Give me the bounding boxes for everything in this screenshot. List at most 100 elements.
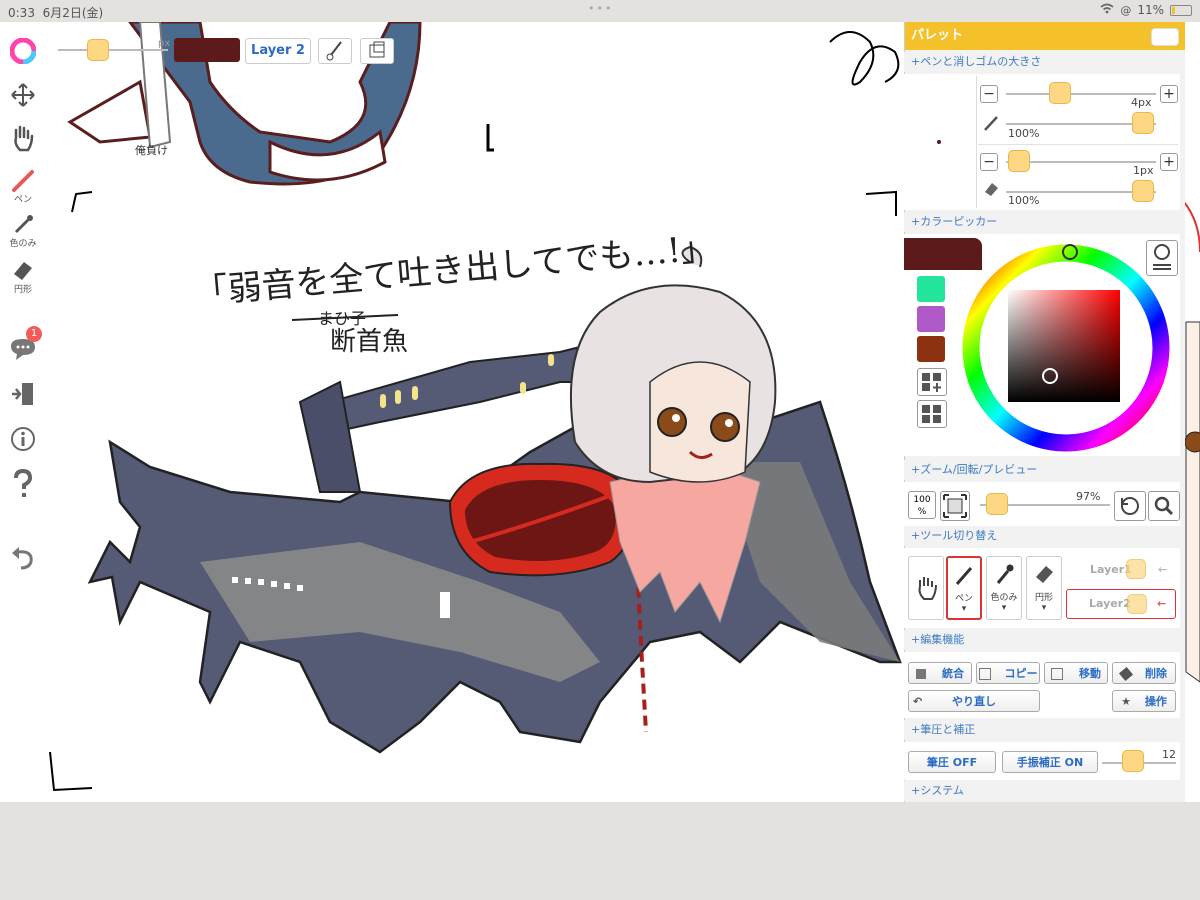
section-zoom[interactable]: +ズーム/回転/プレビュー xyxy=(904,460,1184,480)
preview-button[interactable] xyxy=(1148,491,1180,521)
layer-1-opacity-knob[interactable] xyxy=(1126,559,1146,579)
palette-collapse-button[interactable] xyxy=(1151,28,1179,46)
picker-tool-label: 色のみ xyxy=(9,239,37,249)
exit-button[interactable] xyxy=(6,380,40,408)
layer-row-1[interactable]: Layer1 ← xyxy=(1066,555,1176,585)
layer-2-opacity-knob[interactable] xyxy=(1127,594,1147,614)
section-pen-eraser[interactable]: +ペンと消しゴムの大きさ xyxy=(904,52,1184,72)
brush-preview-dot xyxy=(937,140,941,144)
help-question-icon xyxy=(14,468,33,497)
section-tool-switch[interactable]: +ツール切り替え xyxy=(904,526,1184,546)
stabilizer-toggle-button[interactable]: 手振補正 ON xyxy=(1002,751,1098,773)
eraser-size-value: 1px xyxy=(1133,164,1154,177)
pen-opacity-value: 100% xyxy=(1008,127,1040,140)
tool-hand[interactable] xyxy=(908,556,944,620)
eraser-icon xyxy=(1036,566,1053,583)
redo-arrow-icon: ↶ xyxy=(913,695,923,708)
brush-size-slider-knob[interactable] xyxy=(87,39,109,61)
tool-picker[interactable]: 色のみ ▾ xyxy=(986,556,1022,620)
merge-button[interactable]: 統合 xyxy=(908,662,972,684)
operation-button[interactable]: ★ 操作 xyxy=(1112,690,1176,712)
pen-size-minus[interactable]: − xyxy=(980,85,998,103)
move-arrows-icon xyxy=(11,83,35,107)
eraser-size-plus[interactable]: + xyxy=(1160,153,1178,171)
pen-tool-label: ペン xyxy=(13,195,32,205)
stabilizer-knob[interactable] xyxy=(1122,750,1144,772)
tool-pen[interactable]: ペン ▾ xyxy=(946,556,982,620)
multitask-dots[interactable]: ••• xyxy=(588,2,613,15)
status-bar: 0:33 6月2日(金) ••• @ 11% xyxy=(0,0,1200,22)
eyedropper-icon xyxy=(996,564,1014,584)
hand-icon xyxy=(918,577,937,600)
pen-size-plus[interactable]: + xyxy=(1160,85,1178,103)
color-swatch-green[interactable] xyxy=(917,276,945,302)
brush-size-slider-track[interactable] xyxy=(58,49,168,51)
undo-button[interactable] xyxy=(6,546,40,570)
color-wheel-icon xyxy=(10,38,36,64)
help-button[interactable] xyxy=(6,468,40,500)
swatch-manage-button[interactable] xyxy=(917,400,947,428)
pen-tool-button[interactable]: ペン xyxy=(6,168,40,205)
transform-button[interactable] xyxy=(360,38,394,64)
zoom-value: 97% xyxy=(1076,490,1101,503)
info-button[interactable] xyxy=(6,426,40,452)
eraser-icon xyxy=(14,262,32,280)
color-swatch-brown[interactable] xyxy=(917,336,945,362)
copy-icon xyxy=(978,668,991,680)
color-mode-button[interactable] xyxy=(1146,240,1178,276)
layer-1-arrow-icon: ← xyxy=(1158,563,1168,576)
brush-settings-button[interactable] xyxy=(318,38,352,64)
magnifier-icon xyxy=(1154,496,1174,516)
pen-size-track[interactable] xyxy=(1006,93,1156,95)
eraser-tool-button[interactable]: 円形 xyxy=(6,258,40,295)
layer-2-arrow-icon: ← xyxy=(1157,597,1167,610)
canvas-top-label: 俺負け xyxy=(135,143,168,157)
pen-size-knob[interactable] xyxy=(1049,82,1071,104)
tool-eraser-label: 円形 xyxy=(1034,593,1053,603)
hand-icon xyxy=(14,125,34,152)
rotate-reset-button[interactable] xyxy=(1114,491,1146,521)
merge-icon xyxy=(916,669,926,679)
redo-button[interactable]: ↶ やり直し xyxy=(908,690,1040,712)
chat-button[interactable]: 1 xyxy=(6,326,42,364)
lock-rotation-icon: @ xyxy=(1120,3,1132,17)
color-wheel[interactable] xyxy=(962,244,1170,452)
brush-size-hint: px xyxy=(158,38,171,49)
eraser-small-icon xyxy=(1118,666,1134,682)
chat-badge: 1 xyxy=(26,326,42,342)
tool-pen-label: ペン xyxy=(954,594,973,604)
eraser-opacity-knob[interactable] xyxy=(1132,180,1154,202)
zoom-100-label: 100 xyxy=(913,495,931,505)
pressure-toggle-button[interactable]: 筆圧 OFF xyxy=(908,751,996,773)
add-swatch-button[interactable] xyxy=(917,368,947,396)
copy-button[interactable]: コピー xyxy=(976,662,1040,684)
section-edit[interactable]: +編集機能 xyxy=(904,630,1184,650)
fit-screen-button[interactable] xyxy=(940,491,970,521)
section-color-picker[interactable]: +カラーピッカー xyxy=(904,212,1184,232)
layer-button[interactable]: Layer 2 xyxy=(245,38,311,64)
picker-tool-button[interactable]: 色のみ xyxy=(6,212,40,249)
zoom-100-button[interactable]: 100% xyxy=(908,491,936,519)
pen-small-icon xyxy=(982,114,1000,136)
pen-opacity-knob[interactable] xyxy=(1132,112,1154,134)
current-color-swatch[interactable] xyxy=(174,38,240,62)
section-pressure[interactable]: +筆圧と補正 xyxy=(904,720,1184,740)
eraser-small-icon xyxy=(982,180,1000,202)
add-swatch-icon xyxy=(922,373,941,392)
color-swatch-purple[interactable] xyxy=(917,306,945,332)
zoom-100-pct: % xyxy=(917,507,927,517)
layer-row-2[interactable]: Layer2 ← xyxy=(1066,589,1176,619)
zoom-knob[interactable] xyxy=(986,493,1008,515)
color-wheel-button[interactable] xyxy=(6,38,40,64)
delete-button[interactable]: 削除 xyxy=(1112,662,1176,684)
eraser-size-knob[interactable] xyxy=(1008,150,1030,172)
move-button[interactable]: 移動 xyxy=(1044,662,1108,684)
hand-tool-button[interactable] xyxy=(6,124,40,152)
move-tool-button[interactable] xyxy=(6,82,40,108)
section-system[interactable]: +システム xyxy=(904,781,1184,801)
tool-eraser[interactable]: 円形 ▾ xyxy=(1026,556,1062,620)
left-toolbar: ペン 色のみ 円形 1 xyxy=(0,22,46,682)
canvas-name: 断首魚 xyxy=(330,327,408,357)
eraser-size-minus[interactable]: − xyxy=(980,153,998,171)
palette-header[interactable]: パレット xyxy=(905,22,1185,50)
